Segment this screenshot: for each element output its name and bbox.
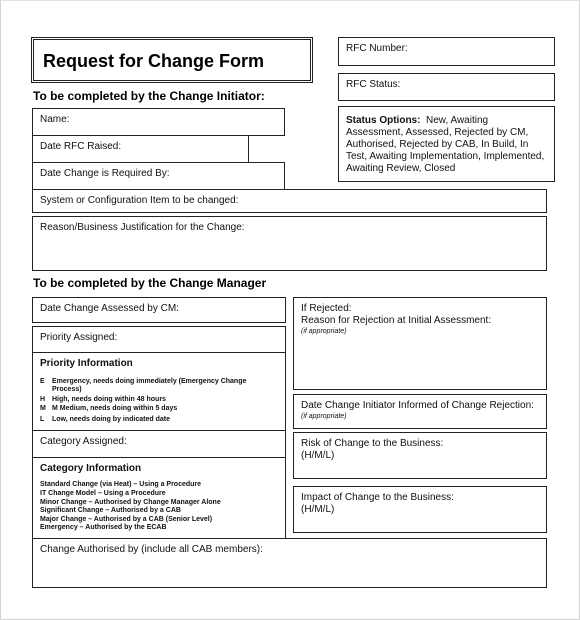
justification-label: Reason/Business Justification for the Ch… bbox=[40, 222, 245, 233]
priority-item: L Low, needs doing by indicated date bbox=[40, 415, 170, 424]
priority-text: High, needs doing within 48 hours bbox=[52, 396, 166, 403]
status-options-line: Awaiting Review, Closed bbox=[346, 163, 456, 174]
priority-text: M Medium, needs doing within 5 days bbox=[52, 405, 178, 412]
impact-field[interactable]: Impact of Change to the Business: (H/M/L… bbox=[293, 486, 547, 533]
rfc-status-field[interactable]: RFC Status: bbox=[338, 73, 555, 101]
status-options-line: Test, Awaiting Implementation, Implement… bbox=[346, 151, 545, 162]
priority-code: L bbox=[40, 416, 45, 423]
initiator-section-heading: To be completed by the Change Initiator: bbox=[33, 89, 265, 103]
status-options-text: Status Options: New, Awaiting Assessment… bbox=[346, 115, 550, 175]
justification-field[interactable]: Reason/Business Justification for the Ch… bbox=[32, 216, 547, 271]
priority-assigned-label: Priority Assigned: bbox=[40, 332, 118, 343]
priority-text: Process) bbox=[52, 386, 82, 393]
if-rejected-label: If Rejected: bbox=[301, 303, 352, 314]
manager-section-heading: To be completed by the Change Manager bbox=[33, 276, 267, 290]
category-assigned-field[interactable]: Category Assigned: bbox=[32, 430, 286, 458]
name-field[interactable]: Name: bbox=[32, 108, 285, 136]
rejection-reason-label: Reason for Rejection at Initial Assessme… bbox=[301, 315, 492, 326]
status-options-line: New, Awaiting bbox=[426, 115, 489, 126]
date-informed-field[interactable]: Date Change Initiator Informed of Change… bbox=[293, 394, 547, 429]
form-page: Request for Change Form RFC Number: RFC … bbox=[0, 0, 580, 620]
date-required-field[interactable]: Date Change is Required By: bbox=[32, 162, 285, 190]
priority-text: Low, needs doing by indicated date bbox=[52, 416, 170, 423]
priority-item: Process) bbox=[40, 385, 82, 394]
date-informed-label: Date Change Initiator Informed of Change… bbox=[301, 400, 534, 411]
category-info-box: Category Information Standard Change (vi… bbox=[32, 457, 286, 539]
system-item-field[interactable]: System or Configuration Item to be chang… bbox=[32, 189, 547, 213]
priority-item: M M Medium, needs doing within 5 days bbox=[40, 404, 177, 413]
authorised-by-field[interactable]: Change Authorised by (include all CAB me… bbox=[32, 538, 547, 588]
priority-info-heading: Priority Information bbox=[40, 358, 133, 369]
status-options-line: Assessment, Assessed, Rejected by CM, bbox=[346, 127, 529, 138]
risk-field[interactable]: Risk of Change to the Business: (H/M/L) bbox=[293, 432, 547, 479]
category-item: IT Change Model – Using a Procedure bbox=[40, 490, 166, 497]
rfc-status-label: RFC Status: bbox=[346, 79, 401, 90]
authorised-by-label: Change Authorised by (include all CAB me… bbox=[40, 544, 263, 555]
risk-label: Risk of Change to the Business: bbox=[301, 438, 444, 449]
category-assigned-label: Category Assigned: bbox=[40, 436, 127, 447]
risk-scale: (H/M/L) bbox=[301, 450, 335, 461]
priority-info-box: Priority Information E Emergency, needs d… bbox=[32, 352, 286, 431]
priority-assigned-field[interactable]: Priority Assigned: bbox=[32, 326, 286, 353]
rejection-note: (if appropriate) bbox=[301, 328, 347, 335]
system-item-label: System or Configuration Item to be chang… bbox=[40, 195, 239, 206]
form-title: Request for Change Form bbox=[43, 51, 265, 71]
rejection-reason-field[interactable]: If Rejected: Reason for Rejection at Ini… bbox=[293, 297, 547, 390]
date-assessed-field[interactable]: Date Change Assessed by CM: bbox=[32, 297, 286, 323]
date-assessed-label: Date Change Assessed by CM: bbox=[40, 303, 179, 314]
date-raised-field[interactable]: Date RFC Raised: bbox=[32, 135, 249, 163]
category-item: Significant Change – Authorised by a CAB bbox=[40, 507, 181, 514]
name-label: Name: bbox=[40, 114, 70, 125]
status-options-line: Authorised, Rejected by CAB, In Build, I… bbox=[346, 139, 529, 150]
status-options-label: Status Options: bbox=[346, 115, 421, 126]
date-informed-note: (if appropriate) bbox=[301, 413, 347, 420]
rfc-number-label: RFC Number: bbox=[346, 43, 408, 54]
rfc-number-field[interactable]: RFC Number: bbox=[338, 37, 555, 66]
status-options-box: Status Options: New, Awaiting Assessment… bbox=[338, 106, 555, 182]
priority-code: H bbox=[40, 396, 46, 403]
date-required-label: Date Change is Required By: bbox=[40, 168, 170, 179]
date-raised-label: Date RFC Raised: bbox=[40, 141, 122, 152]
impact-scale: (H/M/L) bbox=[301, 504, 335, 515]
category-info-heading: Category Information bbox=[40, 463, 142, 474]
impact-label: Impact of Change to the Business: bbox=[301, 492, 454, 503]
category-item: Emergency – Authorised by the ECAB bbox=[40, 524, 167, 531]
form-title-box: Request for Change Form bbox=[31, 37, 313, 83]
priority-text: Emergency, needs doing immediately (Emer… bbox=[52, 378, 247, 385]
priority-item: H High, needs doing within 48 hours bbox=[40, 395, 166, 404]
priority-code: M bbox=[40, 405, 46, 412]
category-item: Standard Change (via Heat) – Using a Pro… bbox=[40, 481, 202, 488]
